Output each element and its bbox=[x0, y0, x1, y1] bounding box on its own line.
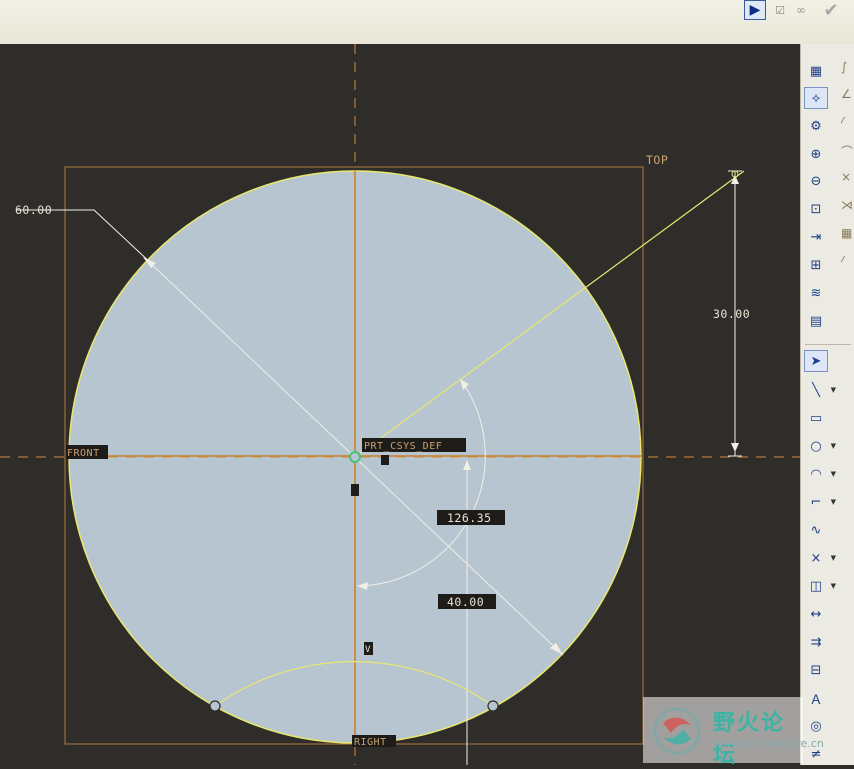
watermark-url: www.proewildfire.cn bbox=[713, 737, 824, 750]
secondary-tool-icon[interactable]: ∫ bbox=[841, 60, 854, 82]
v-constraint-marker bbox=[351, 484, 359, 496]
arc-endpoint-right[interactable] bbox=[487, 700, 499, 712]
sketch-canvas[interactable]: V 60.00 30.00 126.35 40.00 TOP FRONT PRT… bbox=[0, 44, 800, 765]
diameter-dim-text[interactable]: 60.00 bbox=[15, 203, 52, 217]
line-icon[interactable]: ╲ ▼ bbox=[804, 379, 836, 401]
select-arrow-icon[interactable]: ➤ bbox=[804, 350, 828, 372]
glasses-icon[interactable]: ∞ bbox=[790, 0, 812, 20]
arc-endpoint-left[interactable] bbox=[209, 700, 221, 712]
sketch-view-icon[interactable]: ⟡ bbox=[804, 87, 828, 109]
snapshot-icon[interactable]: ▤ bbox=[804, 310, 828, 332]
secondary-tool-icon[interactable]: ⌒ bbox=[841, 143, 854, 165]
reference-icon[interactable]: ⇥ bbox=[804, 226, 828, 248]
h-constraint-marker bbox=[381, 455, 389, 465]
checkmark-icon[interactable]: ✔ bbox=[820, 0, 842, 21]
circle-icon[interactable]: ○ ▼ bbox=[804, 435, 836, 457]
layers-icon[interactable]: ≋ bbox=[804, 282, 828, 304]
front-datum-label: FRONT bbox=[67, 448, 100, 459]
fillet-icon[interactable]: ⌐ ▼ bbox=[804, 491, 836, 513]
v-constraint-text: V bbox=[365, 645, 371, 655]
secondary-tool-icon[interactable]: × bbox=[841, 170, 854, 192]
right-datum-label: RIGHT bbox=[354, 737, 387, 748]
palette-icon[interactable]: ◎ bbox=[804, 715, 828, 737]
sketch-setup-icon[interactable]: ▦ bbox=[804, 60, 828, 82]
secondary-tool-icon[interactable]: ⁄ bbox=[841, 115, 854, 137]
refit-icon[interactable]: ⊡ bbox=[804, 198, 828, 220]
secondary-tool-icon[interactable]: ⁄ bbox=[841, 254, 854, 276]
top-datum-label: TOP bbox=[646, 153, 668, 167]
secondary-tool-icon[interactable]: ∠ bbox=[841, 87, 854, 109]
secondary-tool-icon[interactable]: ▦ bbox=[841, 226, 854, 248]
angle-dim-text[interactable]: 126.35 bbox=[447, 511, 492, 525]
watermark-logo-icon bbox=[653, 707, 701, 755]
play-icon[interactable]: ▶ bbox=[744, 0, 766, 20]
dimension-icon[interactable]: ↔ bbox=[804, 603, 828, 625]
text-icon[interactable]: Ａ bbox=[804, 687, 828, 709]
secondary-tool-icon[interactable]: ⋊ bbox=[841, 198, 854, 220]
spline-icon[interactable]: ∿ bbox=[804, 519, 828, 541]
orient-icon[interactable]: ⚙ bbox=[804, 115, 828, 137]
zoom-in-icon[interactable]: ⊕ bbox=[804, 143, 828, 165]
constraint-icon[interactable]: ⊟ bbox=[804, 659, 828, 681]
arc-icon[interactable]: ◠ ▼ bbox=[804, 463, 836, 485]
vertical-dim-text[interactable]: 30.00 bbox=[713, 307, 750, 321]
csys-datum-label: PRT_CSYS_DEF bbox=[364, 441, 442, 452]
modify-icon[interactable]: ⇉ bbox=[804, 631, 828, 653]
offset-icon[interactable]: ◫ ▼ bbox=[804, 575, 836, 597]
point-icon[interactable]: × ▼ bbox=[804, 547, 836, 569]
text-dim-icon[interactable]: ⊞ bbox=[804, 254, 828, 276]
center-point[interactable] bbox=[349, 451, 361, 463]
watermark: 野火论坛 www.proewildfire.cn bbox=[643, 697, 824, 768]
radius-dim-text[interactable]: 40.00 bbox=[447, 595, 484, 609]
checkbox-icon[interactable]: ☑ bbox=[774, 0, 786, 20]
top-toolbar: ▶ ☑ ∞ ✔ bbox=[0, 0, 854, 45]
zoom-out-icon[interactable]: ⊖ bbox=[804, 170, 828, 192]
right-toolbar: ▦ ⟡ ⚙ ⊕ ⊖ ⊡ ⇥ ⊞ ≋ ▤ ➤ ╲ ▼ ▭ ○ ▼ ◠ ▼ ⌐ ▼ ∿ × ▼… bbox=[800, 44, 854, 765]
rectangle-icon[interactable]: ▭ bbox=[804, 407, 828, 429]
toolbar-separator bbox=[805, 344, 851, 345]
